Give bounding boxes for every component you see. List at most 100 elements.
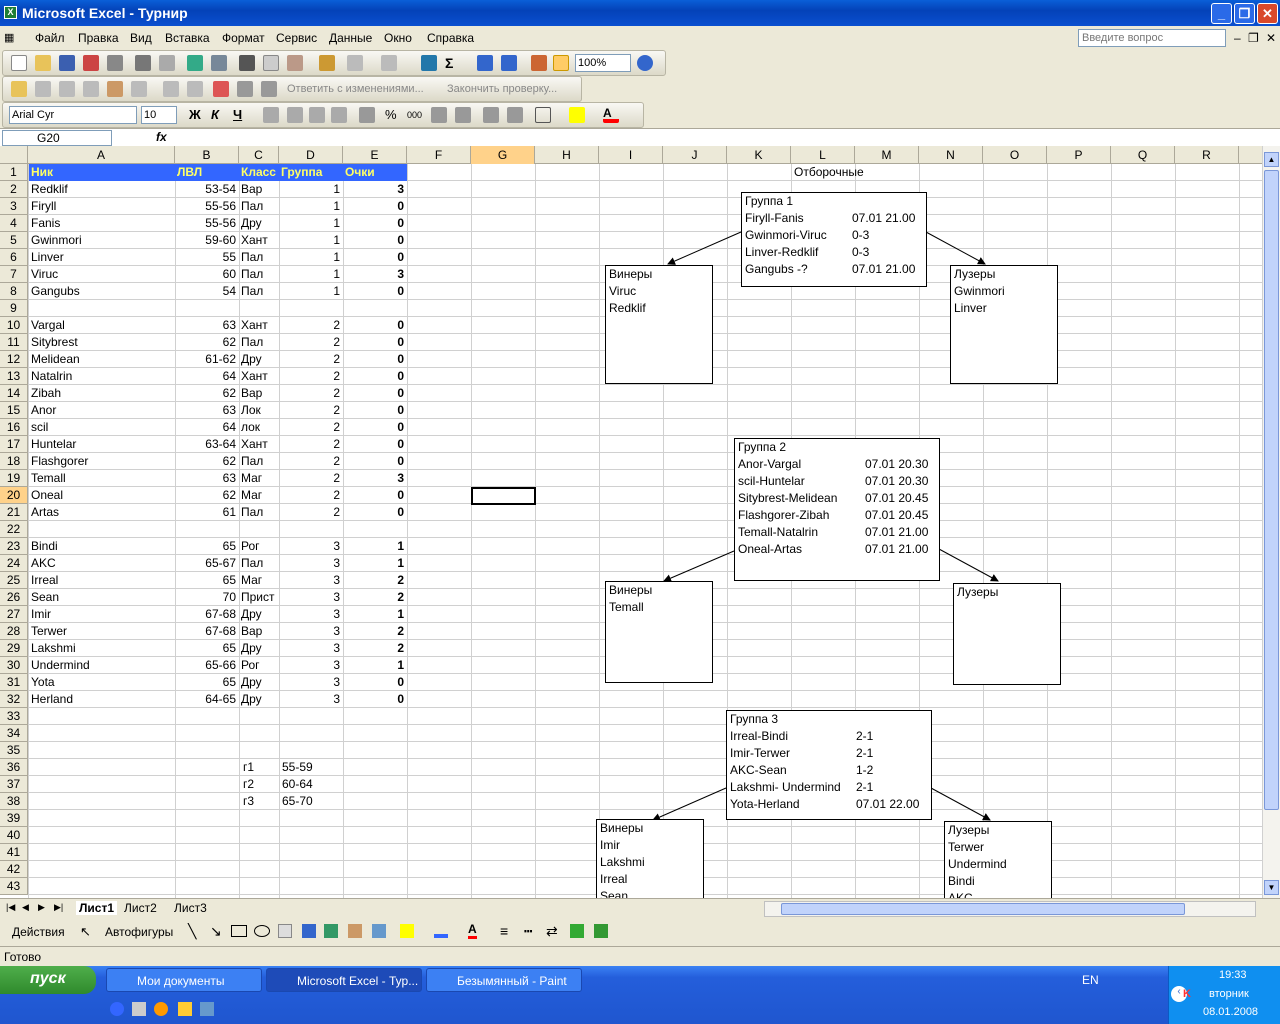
clock-time[interactable]: 19:33 bbox=[1219, 969, 1247, 981]
group1-box[interactable]: Группа 1 Firyll-Fanis 07.01 21.00 Gwinmori… bbox=[741, 192, 927, 287]
copy-icon[interactable] bbox=[263, 55, 279, 71]
autoshapes-menu[interactable]: Автофигуры bbox=[105, 925, 173, 939]
increase-decimal-icon[interactable] bbox=[431, 107, 447, 123]
group2-losers-box[interactable]: Лузеры bbox=[953, 583, 1061, 685]
menu-help[interactable]: Справка bbox=[427, 31, 474, 45]
group1-losers-box[interactable]: Лузеры Gwinmori Linver bbox=[950, 265, 1058, 384]
group3-box[interactable]: Группа 3 Irreal-Bindi 2-1 Imir-Terwer 2-1 AK… bbox=[726, 710, 932, 820]
group3-winners-box[interactable]: Винеры Imir Lakshmi Irreal Sean bbox=[596, 819, 704, 898]
kaspersky-icon[interactable]: K bbox=[1183, 988, 1191, 1000]
decrease-decimal-icon[interactable] bbox=[455, 107, 471, 123]
horizontal-scrollbar[interactable] bbox=[764, 901, 1256, 917]
language-indicator[interactable]: EN bbox=[1082, 973, 1099, 987]
vscroll-thumb[interactable] bbox=[1264, 170, 1279, 810]
sheet-tab-2[interactable]: Лист2 bbox=[124, 901, 157, 915]
wordart-icon[interactable] bbox=[302, 924, 316, 938]
ask-question-input[interactable]: Введите вопрос bbox=[1078, 29, 1226, 47]
chart-wizard-icon[interactable] bbox=[531, 55, 547, 71]
new-icon[interactable] bbox=[11, 55, 27, 71]
end-review[interactable]: Закончить проверку... bbox=[447, 83, 557, 95]
fx-icon[interactable]: fx bbox=[156, 130, 167, 144]
review-icon-7[interactable] bbox=[187, 81, 203, 97]
formula-input[interactable] bbox=[172, 130, 1272, 146]
line-color-icon[interactable] bbox=[434, 924, 448, 938]
quicklaunch-icon[interactable] bbox=[178, 1002, 192, 1016]
align-left-icon[interactable] bbox=[263, 107, 279, 123]
fill-color-draw-icon[interactable] bbox=[400, 924, 414, 938]
undo-icon[interactable] bbox=[347, 55, 363, 71]
menu-window[interactable]: Окно bbox=[384, 31, 412, 45]
sheet-tab-3[interactable]: Лист3 bbox=[174, 901, 207, 915]
autosum-icon[interactable]: Σ bbox=[445, 55, 461, 71]
folder-icon[interactable] bbox=[11, 81, 27, 97]
last-sheet-icon[interactable]: ▶| bbox=[54, 902, 63, 913]
rectangle-icon[interactable] bbox=[231, 925, 247, 937]
quicklaunch-icon-2[interactable] bbox=[200, 1002, 214, 1016]
menu-insert[interactable]: Вставка bbox=[165, 31, 210, 45]
diagram-icon[interactable] bbox=[324, 924, 338, 938]
scroll-up-icon[interactable]: ▲ bbox=[1264, 152, 1279, 167]
merge-center-icon[interactable] bbox=[331, 107, 347, 123]
decrease-indent-icon[interactable] bbox=[483, 107, 499, 123]
help-icon[interactable] bbox=[637, 55, 653, 71]
review-icon-2[interactable] bbox=[59, 81, 75, 97]
increase-indent-icon[interactable] bbox=[507, 107, 523, 123]
worksheet-grid[interactable]: A B C D E F G H I J K L M N O P Q R 1234… bbox=[0, 146, 1262, 898]
doc-restore-icon[interactable]: ❐ bbox=[1248, 31, 1259, 45]
group3-losers-box[interactable]: Лузеры Terwer Undermind Bindi AKC bbox=[944, 821, 1052, 898]
line-icon[interactable]: ╲ bbox=[188, 923, 196, 940]
arrow-icon[interactable]: ↘ bbox=[210, 923, 222, 940]
spelling-icon[interactable] bbox=[187, 55, 203, 71]
clipart-icon[interactable] bbox=[348, 924, 362, 938]
name-box[interactable]: G20 bbox=[2, 130, 112, 146]
menu-format[interactable]: Формат bbox=[222, 31, 265, 45]
vertical-scrollbar[interactable]: ▲ ▼ bbox=[1262, 146, 1280, 898]
percent-icon[interactable]: % bbox=[385, 107, 401, 123]
print-icon[interactable] bbox=[135, 55, 151, 71]
review-icon-5[interactable] bbox=[131, 81, 147, 97]
close-button[interactable]: ✕ bbox=[1257, 3, 1278, 24]
group2-box[interactable]: Группа 2 Anor-Vargal 07.01 20.30 scil-Hunt… bbox=[734, 438, 940, 581]
actions-menu[interactable]: Действия bbox=[12, 925, 65, 939]
review-icon-10[interactable] bbox=[261, 81, 277, 97]
doc-close-icon[interactable]: ✕ bbox=[1266, 31, 1276, 45]
task-my-documents[interactable]: Мои документы bbox=[106, 968, 262, 992]
print-preview-icon[interactable] bbox=[159, 55, 175, 71]
textbox-icon[interactable] bbox=[278, 924, 292, 938]
review-icon-8[interactable] bbox=[213, 81, 229, 97]
paste-icon[interactable] bbox=[287, 55, 303, 71]
review-icon-6[interactable] bbox=[163, 81, 179, 97]
oval-icon[interactable] bbox=[254, 925, 270, 937]
email-icon[interactable] bbox=[107, 55, 123, 71]
currency-icon[interactable] bbox=[359, 107, 375, 123]
line-style-icon[interactable]: ≡ bbox=[500, 923, 508, 939]
ie-icon[interactable] bbox=[110, 1002, 124, 1016]
thousands-icon[interactable]: 000 bbox=[407, 107, 423, 123]
open-icon[interactable] bbox=[35, 55, 51, 71]
menu-file[interactable]: Файл bbox=[35, 31, 65, 45]
minimize-button[interactable]: _ bbox=[1211, 3, 1232, 24]
review-icon-9[interactable] bbox=[237, 81, 253, 97]
bold-icon[interactable]: Ж bbox=[189, 107, 205, 123]
media-player-icon[interactable] bbox=[154, 1002, 168, 1016]
dash-style-icon[interactable]: ┅ bbox=[524, 923, 532, 940]
format-painter-icon[interactable] bbox=[319, 55, 335, 71]
hyperlink-icon[interactable] bbox=[421, 55, 437, 71]
font-color-draw-icon[interactable]: A bbox=[468, 922, 477, 939]
maximize-button[interactable]: ❐ bbox=[1234, 3, 1255, 24]
align-center-icon[interactable] bbox=[287, 107, 303, 123]
3d-icon[interactable] bbox=[594, 924, 608, 938]
review-icon-4[interactable] bbox=[107, 81, 123, 97]
borders-icon[interactable] bbox=[535, 107, 551, 123]
doc-icon[interactable]: ▦ bbox=[4, 31, 14, 44]
group2-winners-box[interactable]: Винеры Temall bbox=[605, 581, 713, 683]
shadow-icon[interactable] bbox=[570, 924, 584, 938]
underline-icon[interactable]: Ч bbox=[233, 107, 249, 123]
task-excel[interactable]: Microsoft Excel - Тур... bbox=[266, 968, 422, 992]
sheet-tab-1[interactable]: Лист1 bbox=[76, 901, 118, 915]
group1-winners-box[interactable]: Винеры Viruc Redklif bbox=[605, 265, 713, 384]
scroll-down-icon[interactable]: ▼ bbox=[1264, 880, 1279, 895]
permission-icon[interactable] bbox=[83, 55, 99, 71]
font-color-icon[interactable]: A bbox=[603, 107, 619, 123]
menu-tools[interactable]: Сервис bbox=[276, 31, 317, 45]
